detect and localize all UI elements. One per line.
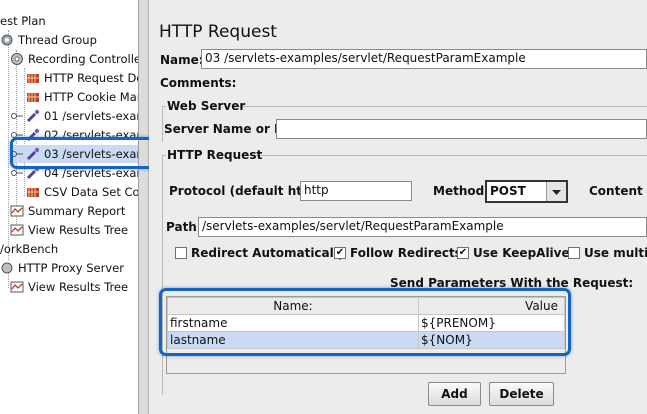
tree-item-label: CSV Data Set Con — [44, 185, 139, 199]
delete-button[interactable]: Delete — [489, 382, 554, 406]
tree-expand-handle-icon[interactable] — [10, 109, 24, 123]
protocol-field[interactable]: http — [300, 181, 412, 201]
parameters-highlight — [159, 288, 571, 356]
selected-item-highlight — [10, 137, 156, 169]
tree-item-label: Recording Controller — [28, 52, 139, 66]
thread-group-icon — [1, 34, 13, 46]
tree-item-label: HTTP Request Defa — [44, 71, 138, 85]
panel-title: HTTP Request — [159, 22, 277, 42]
follow-redirects-label: Follow Redirects — [350, 246, 462, 260]
tree-item-label: /orkBench — [0, 242, 59, 256]
tree-item-summary-report[interactable]: Summary Report — [10, 202, 125, 220]
tree-item-http-proxy-server[interactable]: HTTP Proxy Server — [0, 259, 124, 277]
group-border — [239, 106, 647, 107]
use-multipart-checkbox[interactable] — [568, 247, 580, 259]
listener-icon — [10, 224, 24, 236]
listener-icon — [10, 205, 24, 217]
path-field[interactable]: /servlets-examples/servlet/RequestParamE… — [198, 217, 647, 237]
add-button[interactable]: Add — [428, 382, 481, 406]
tree-item-label: HTTP Cookie Mana — [44, 90, 138, 104]
chevron-down-icon[interactable] — [546, 182, 566, 201]
name-label: Name: — [160, 53, 204, 67]
group-border — [162, 106, 163, 142]
tree-item-http-cookie-manager[interactable]: HTTP Cookie Mana — [26, 88, 138, 106]
tree-item-workbench[interactable]: /orkBench — [0, 240, 58, 258]
config-element-icon — [27, 74, 39, 83]
tree-item-label: View Results Tree — [28, 223, 129, 237]
gear-icon — [11, 53, 23, 65]
method-label: Method: — [433, 184, 489, 198]
use-keepalive-label: Use KeepAlive — [473, 246, 570, 260]
tree-item-label: View Results Tree — [28, 280, 129, 294]
path-label: Path: — [166, 220, 202, 234]
tree-item-label: est Plan — [0, 14, 46, 28]
tree-scrollbar[interactable] — [139, 0, 149, 414]
redirect-automatically-checkbox[interactable] — [175, 247, 187, 259]
tree-item-test-plan[interactable]: est Plan — [0, 12, 46, 30]
redirect-automatically-label: Redirect Automatically — [191, 246, 346, 260]
tree-item-view-results-tree-2[interactable]: View Results Tree — [10, 278, 128, 296]
content-encoding-label: Content er — [589, 184, 647, 198]
comments-label: Comments: — [160, 76, 237, 90]
group-border — [249, 155, 647, 156]
tree-item-label: HTTP Proxy Server — [18, 261, 124, 275]
group-border — [162, 155, 163, 395]
tree-item-csv-data-set[interactable]: CSV Data Set Con — [26, 183, 139, 201]
http-request-group-label: HTTP Request — [167, 148, 263, 162]
pipette-icon — [26, 109, 40, 123]
use-keepalive-checkbox[interactable]: ✔ — [457, 247, 469, 259]
tree-item-label: 01 /servlets-exam — [44, 109, 139, 123]
web-server-group-label: Web Server — [167, 99, 246, 113]
name-field[interactable]: 03 /servlets-examples/servlet/RequestPar… — [201, 49, 647, 69]
tree-item-sampler-01[interactable]: 01 /servlets-exam — [10, 107, 139, 125]
proxy-icon — [1, 262, 13, 274]
tree-item-thread-group[interactable]: Thread Group — [0, 31, 97, 49]
tree-item-view-results-tree[interactable]: View Results Tree — [10, 221, 128, 239]
server-name-field[interactable] — [276, 119, 647, 139]
tree-item-http-request-defaults[interactable]: HTTP Request Defa — [26, 69, 138, 87]
test-plan-tree[interactable]: est Plan Thread Group Recording Controll… — [0, 0, 139, 414]
tree-item-recording-controller[interactable]: Recording Controller — [10, 50, 139, 68]
method-dropdown[interactable]: POST — [485, 180, 568, 203]
config-element-icon — [27, 188, 39, 197]
tree-item-label: Thread Group — [18, 33, 97, 47]
config-element-icon — [27, 93, 39, 102]
listener-icon — [10, 281, 24, 293]
use-multipart-label: Use multipa — [584, 246, 647, 260]
follow-redirects-checkbox[interactable]: ✔ — [334, 247, 346, 259]
method-dropdown-value: POST — [490, 184, 526, 198]
tree-connector — [8, 30, 9, 260]
server-name-label: Server Name or IP: — [164, 122, 293, 136]
tree-item-label: Summary Report — [28, 204, 126, 218]
